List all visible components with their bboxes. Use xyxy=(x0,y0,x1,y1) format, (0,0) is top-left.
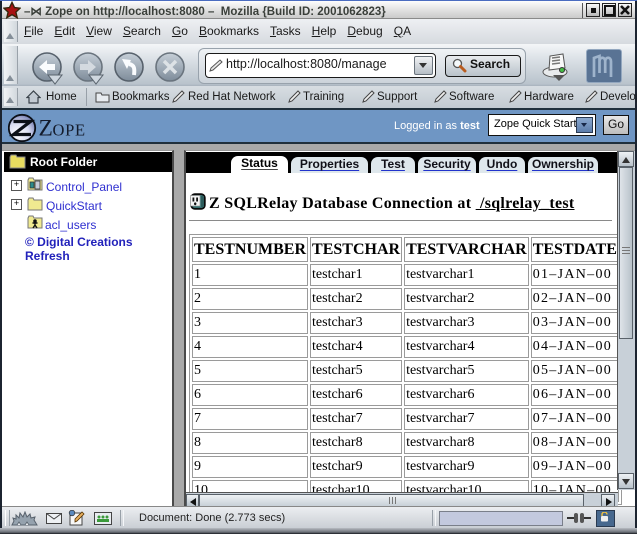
svg-text:OPE: OPE xyxy=(53,121,86,140)
svg-text:Z: Z xyxy=(39,116,53,142)
